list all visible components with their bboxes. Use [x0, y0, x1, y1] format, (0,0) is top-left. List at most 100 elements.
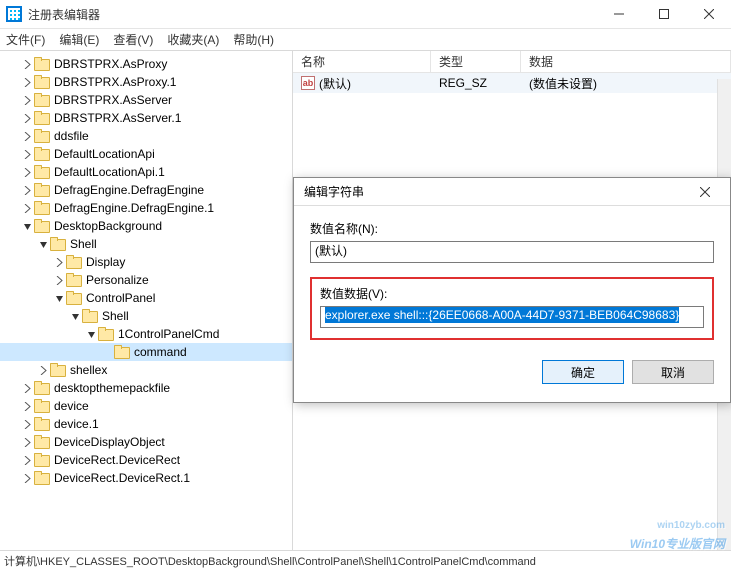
- chevron-right-icon[interactable]: [20, 75, 34, 89]
- col-data[interactable]: 数据: [521, 51, 731, 72]
- tree-view[interactable]: DBRSTPRX.AsProxy DBRSTPRX.AsProxy.1 DBRSTP…: [0, 51, 293, 550]
- window-controls: [596, 0, 731, 28]
- chevron-right-icon[interactable]: [20, 93, 34, 107]
- minimize-button[interactable]: [596, 0, 641, 28]
- chevron-right-icon[interactable]: [20, 183, 34, 197]
- folder-icon: [34, 471, 50, 485]
- chevron-right-icon[interactable]: [52, 273, 66, 287]
- menu-favorites[interactable]: 收藏夹(A): [167, 31, 219, 48]
- folder-icon: [34, 435, 50, 449]
- tree-item-label: shellex: [70, 363, 107, 377]
- list-row[interactable]: ab (默认) REG_SZ (数值未设置): [293, 73, 731, 93]
- menubar: 文件(F) 编辑(E) 查看(V) 收藏夹(A) 帮助(H): [0, 29, 731, 51]
- tree-item[interactable]: DeviceDisplayObject: [0, 433, 292, 451]
- tree-item[interactable]: command: [0, 343, 292, 361]
- folder-icon: [50, 363, 66, 377]
- highlight-box: 数值数据(V): explorer.exe shell:::{26EE0668-…: [310, 277, 714, 340]
- tree-item[interactable]: Shell: [0, 235, 292, 253]
- tree-item[interactable]: DeviceRect.DeviceRect.1: [0, 469, 292, 487]
- value-name-label: 数值名称(N):: [310, 220, 714, 237]
- tree-item-label: DBRSTPRX.AsProxy.1: [54, 75, 176, 89]
- folder-icon: [98, 327, 114, 341]
- row-type: REG_SZ: [431, 76, 521, 90]
- folder-icon: [34, 147, 50, 161]
- chevron-right-icon[interactable]: [36, 363, 50, 377]
- tree-item[interactable]: device.1: [0, 415, 292, 433]
- tree-item[interactable]: Shell: [0, 307, 292, 325]
- chevron-right-icon[interactable]: [20, 453, 34, 467]
- tree-item-label: desktopthemepackfile: [54, 381, 170, 395]
- folder-icon: [34, 57, 50, 71]
- tree-item[interactable]: Display: [0, 253, 292, 271]
- folder-icon: [34, 183, 50, 197]
- tree-item-label: Shell: [70, 237, 97, 251]
- chevron-right-icon[interactable]: [20, 201, 34, 215]
- window-title: 注册表编辑器: [28, 6, 596, 23]
- string-value-icon: ab: [301, 76, 315, 90]
- chevron-right-icon[interactable]: [20, 165, 34, 179]
- col-name[interactable]: 名称: [293, 51, 431, 72]
- tree-item-label: DeviceRect.DeviceRect.1: [54, 471, 190, 485]
- menu-view[interactable]: 查看(V): [113, 31, 153, 48]
- tree-item[interactable]: DefragEngine.DefragEngine: [0, 181, 292, 199]
- dialog-title: 编辑字符串: [304, 183, 690, 200]
- chevron-down-icon[interactable]: [36, 237, 50, 251]
- chevron-right-icon[interactable]: [20, 129, 34, 143]
- tree-item[interactable]: device: [0, 397, 292, 415]
- tree-item[interactable]: DesktopBackground: [0, 217, 292, 235]
- tree-item[interactable]: DefaultLocationApi.1: [0, 163, 292, 181]
- tree-item[interactable]: DBRSTPRX.AsProxy.1: [0, 73, 292, 91]
- tree-item-label: DeviceRect.DeviceRect: [54, 453, 180, 467]
- value-name-input[interactable]: (默认): [310, 241, 714, 263]
- chevron-right-icon[interactable]: [20, 381, 34, 395]
- folder-icon: [34, 219, 50, 233]
- tree-item[interactable]: ddsfile: [0, 127, 292, 145]
- chevron-right-icon[interactable]: [20, 399, 34, 413]
- col-type[interactable]: 类型: [431, 51, 521, 72]
- menu-edit[interactable]: 编辑(E): [59, 31, 99, 48]
- tree-item[interactable]: DBRSTPRX.AsServer: [0, 91, 292, 109]
- chevron-right-icon[interactable]: [20, 417, 34, 431]
- chevron-down-icon[interactable]: [84, 327, 98, 341]
- folder-icon: [66, 291, 82, 305]
- cancel-button[interactable]: 取消: [632, 360, 714, 384]
- value-data-label: 数值数据(V):: [320, 285, 704, 302]
- tree-item[interactable]: DefragEngine.DefragEngine.1: [0, 199, 292, 217]
- chevron-down-icon[interactable]: [20, 219, 34, 233]
- tree-item-label: device.1: [54, 417, 99, 431]
- tree-item[interactable]: shellex: [0, 361, 292, 379]
- tree-item[interactable]: 1ControlPanelCmd: [0, 325, 292, 343]
- chevron-down-icon[interactable]: [68, 309, 82, 323]
- menu-file[interactable]: 文件(F): [6, 31, 45, 48]
- chevron-right-icon[interactable]: [20, 435, 34, 449]
- tree-item[interactable]: ControlPanel: [0, 289, 292, 307]
- folder-icon: [34, 399, 50, 413]
- tree-item[interactable]: Personalize: [0, 271, 292, 289]
- chevron-right-icon[interactable]: [20, 57, 34, 71]
- list-header: 名称 类型 数据: [293, 51, 731, 73]
- chevron-right-icon[interactable]: [20, 147, 34, 161]
- tree-item-label: 1ControlPanelCmd: [118, 327, 219, 341]
- chevron-right-icon[interactable]: [52, 255, 66, 269]
- tree-item[interactable]: DBRSTPRX.AsServer.1: [0, 109, 292, 127]
- tree-item[interactable]: DefaultLocationApi: [0, 145, 292, 163]
- chevron-right-icon[interactable]: [20, 471, 34, 485]
- tree-item[interactable]: DeviceRect.DeviceRect: [0, 451, 292, 469]
- close-button[interactable]: [686, 0, 731, 28]
- menu-help[interactable]: 帮助(H): [233, 31, 274, 48]
- chevron-down-icon[interactable]: [52, 291, 66, 305]
- dialog-close-button[interactable]: [690, 178, 720, 205]
- folder-icon: [34, 129, 50, 143]
- tree-item[interactable]: desktopthemepackfile: [0, 379, 292, 397]
- dialog-titlebar[interactable]: 编辑字符串: [294, 178, 730, 206]
- tree-item-label: DefaultLocationApi: [54, 147, 155, 161]
- folder-icon: [50, 237, 66, 251]
- value-data-input[interactable]: explorer.exe shell:::{26EE0668-A00A-44D7…: [320, 306, 704, 328]
- maximize-button[interactable]: [641, 0, 686, 28]
- folder-icon: [114, 345, 130, 359]
- tree-item-label: DefragEngine.DefragEngine: [54, 183, 204, 197]
- edit-string-dialog: 编辑字符串 数值名称(N): (默认) 数值数据(V): explorer.ex…: [293, 177, 731, 403]
- chevron-right-icon[interactable]: [20, 111, 34, 125]
- ok-button[interactable]: 确定: [542, 360, 624, 384]
- tree-item[interactable]: DBRSTPRX.AsProxy: [0, 55, 292, 73]
